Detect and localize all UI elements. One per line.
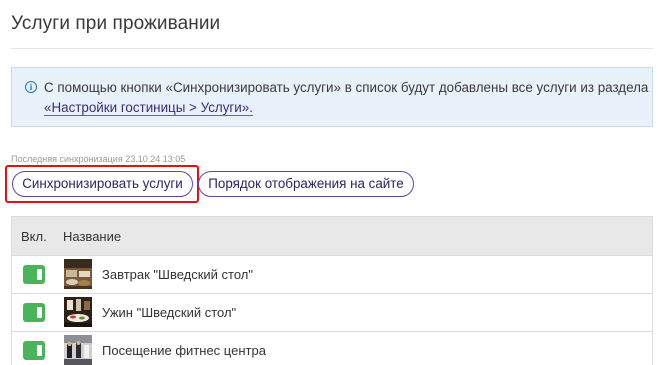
last-sync-text: Последняя синхронизация 23.10.24 13:05: [11, 154, 186, 164]
enabled-toggle[interactable]: [23, 265, 45, 284]
column-enabled-header: Вкл.: [21, 229, 47, 244]
service-name: Ужин "Шведский стол": [102, 305, 237, 320]
services-table: Вкл. Название Завтрак "Шведский стол" Уж…: [11, 216, 653, 365]
highlight-box: [5, 165, 199, 203]
enabled-toggle[interactable]: [23, 303, 45, 322]
dinner-photo: [64, 297, 92, 327]
enabled-toggle[interactable]: [23, 341, 45, 360]
table-row: Посещение фитнес центра: [12, 332, 652, 365]
info-banner: i С помощью кнопки «Синхронизировать усл…: [11, 67, 653, 127]
table-header: Вкл. Название: [12, 217, 652, 256]
column-name-header: Название: [63, 229, 122, 244]
info-text: С помощью кнопки «Синхронизировать услуг…: [44, 80, 649, 95]
page-title: Услуги при проживании: [11, 13, 221, 34]
table-row: Завтрак "Шведский стол": [12, 256, 652, 294]
service-name: Посещение фитнес центра: [102, 343, 266, 358]
table-row: Ужин "Шведский стол": [12, 294, 652, 332]
title-divider: [11, 48, 653, 49]
info-circle-icon: i: [25, 81, 37, 93]
hotel-settings-services-link[interactable]: «Настройки гостиницы > Услуги».: [44, 100, 253, 115]
services-page: Услуги при проживании i С помощью кнопки…: [0, 0, 665, 365]
fitness-photo: [64, 335, 92, 365]
breakfast-photo: [64, 259, 92, 289]
display-order-button[interactable]: Порядок отображения на сайте: [198, 171, 414, 197]
service-name: Завтрак "Шведский стол": [102, 267, 254, 282]
